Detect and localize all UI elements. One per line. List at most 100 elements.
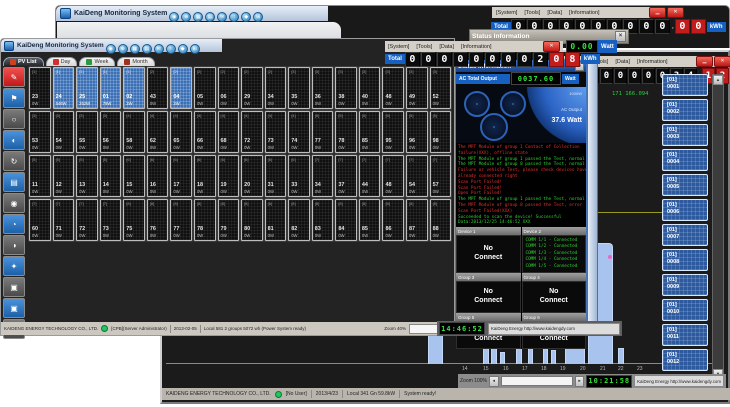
menu-item-system[interactable]: [System] <box>496 10 517 16</box>
menu-item-system[interactable]: [System] <box>388 44 409 50</box>
device-cell[interactable]: COMM 1/1 - ConnectedCOMM 1/2 - Connected… <box>522 235 587 273</box>
pv-panel-tile[interactable]: [8]810W <box>265 199 287 241</box>
pv-panel-tile[interactable]: [4]660W <box>194 111 216 153</box>
inverter-tile[interactable]: [01]0001 <box>662 74 708 96</box>
minimize-icon[interactable]: ▁ <box>696 56 713 67</box>
pv-panel-tile[interactable]: [7]480W <box>382 155 404 197</box>
pv-panel-tile[interactable]: [3]380W <box>335 67 357 109</box>
list-scrollbar[interactable]: ▲ ▼ <box>712 74 724 380</box>
pv-panel-tile[interactable]: [3]480W <box>382 67 404 109</box>
sidebar-network-icon[interactable]: ✦ <box>3 256 25 276</box>
pin-icon[interactable]: ◆ <box>178 44 188 54</box>
menu-item-information[interactable]: [Information] <box>637 59 668 65</box>
pv-panel-tile[interactable]: [1]230W <box>29 67 51 109</box>
pv-panel-tile[interactable]: [4]730W <box>265 111 287 153</box>
inverter-tile[interactable]: [01]0005 <box>662 174 708 196</box>
power-icon[interactable]: ◉ <box>169 12 179 22</box>
pv-panel-tile[interactable]: [2]060W <box>218 67 240 109</box>
pv-panel-tile[interactable]: [7]720W <box>76 199 98 241</box>
pv-panel-tile[interactable]: [6]310W <box>265 155 287 197</box>
sidebar-pen-icon[interactable]: ✎ <box>3 67 25 87</box>
pv-panel-tile[interactable]: [5]960W <box>406 111 428 153</box>
pv-panel-tile[interactable]: [7]370W <box>335 155 357 197</box>
pv-panel-tile[interactable]: [5]850W <box>359 111 381 153</box>
inverter-tile[interactable]: [01]0006 <box>662 199 708 221</box>
pv-panel-tile[interactable]: [6]200W <box>241 155 263 197</box>
pv-panel-tile[interactable]: [1]24546W <box>53 67 75 109</box>
list-icon[interactable]: ▤ <box>205 12 215 22</box>
device-cell[interactable]: NoConnect <box>456 235 521 273</box>
pv-panel-tile[interactable]: [5]130W <box>76 155 98 197</box>
pv-panel-tile[interactable]: [2]290W <box>241 67 263 109</box>
pv-panel-tile[interactable]: [8]760W <box>147 199 169 241</box>
sidebar-camera-icon[interactable]: ▣ <box>3 277 25 297</box>
pv-panel-tile[interactable]: [8]880W <box>430 199 452 241</box>
inverter-tile[interactable]: [01]0003 <box>662 124 708 146</box>
pv-panel-tile[interactable]: [8]800W <box>241 199 263 241</box>
vendor-link[interactable]: KaiDeng Energy http://www.kaidengdy.com <box>634 375 724 387</box>
pv-panel-tile[interactable]: [7]540W <box>406 155 428 197</box>
pv-window-titlebar[interactable]: KaiDeng Monitoring System ◉⊕▦▤✉↑◆⊞ <box>1 39 222 52</box>
close-icon[interactable]: ✕ <box>714 56 730 67</box>
pv-panel-tile[interactable]: [8]830W <box>312 199 334 241</box>
pv-panel-tile[interactable]: [5]950W <box>382 111 404 153</box>
inverter-tile[interactable]: [01]0004 <box>662 149 708 171</box>
tab-pv-list[interactable]: PV List <box>3 57 44 66</box>
pv-panel-tile[interactable]: [3]360W <box>312 67 334 109</box>
inverter-tile[interactable]: [01]0010 <box>662 299 708 321</box>
add-icon[interactable]: ⊕ <box>181 12 191 22</box>
upload-icon[interactable]: ↑ <box>166 44 176 54</box>
horizontal-scrollbar[interactable] <box>501 376 573 386</box>
pv-panel-tile[interactable]: [8]750W <box>123 199 145 241</box>
pv-panel-tile[interactable]: [8]840W <box>335 199 357 241</box>
inverter-tile[interactable]: [01]0002 <box>662 99 708 121</box>
pv-panel-tile[interactable]: [4]650W <box>170 111 192 153</box>
inverter-tile[interactable]: [01]0012 <box>662 349 708 371</box>
pv-panel-tile[interactable]: [4]620W <box>147 111 169 153</box>
pv-panel-tile[interactable]: [7]600W <box>29 199 51 241</box>
pv-panel-tile[interactable]: [6]330W <box>288 155 310 197</box>
pv-panel-tile[interactable]: [5]120W <box>53 155 75 197</box>
pv-panel-tile[interactable]: [5]110W <box>29 155 51 197</box>
menu-item-data[interactable]: [Data] <box>547 10 562 16</box>
sidebar-power-on-icon[interactable]: ◐ <box>3 130 25 150</box>
pv-panel-tile[interactable]: [3]540W <box>53 111 75 153</box>
pv-panel-tile[interactable]: [7]730W <box>100 199 122 241</box>
tab-day[interactable]: Day <box>46 57 78 66</box>
pv-panel-tile[interactable]: [6]190W <box>218 155 240 197</box>
scroll-right-icon[interactable]: ► <box>575 376 585 387</box>
sidebar-camera2-icon[interactable]: ▣ <box>3 298 25 318</box>
pv-panel-tile[interactable]: [6]150W <box>123 155 145 197</box>
pv-panel-tile[interactable]: [3]530W <box>29 111 51 153</box>
pv-panel-tile[interactable]: [1]25252W <box>76 67 98 109</box>
pv-panel-tile[interactable]: [6]180W <box>194 155 216 197</box>
pv-panel-tile[interactable]: [4]740W <box>288 111 310 153</box>
pv-panel-tile[interactable]: [3]490W <box>406 67 428 109</box>
pv-panel-tile[interactable]: [6]170W <box>170 155 192 197</box>
inverter-tile[interactable]: [01]0007 <box>662 224 708 246</box>
tab-week[interactable]: Week <box>79 57 115 66</box>
inverter-tile[interactable]: [01]0008 <box>662 249 708 271</box>
pv-panel-tile[interactable]: [7]570W <box>430 155 452 197</box>
pv-panel-tile[interactable]: [8]870W <box>406 199 428 241</box>
pv-panel-tile[interactable]: [1]0179W <box>100 67 122 109</box>
menu-item-data[interactable]: [Data] <box>439 44 454 50</box>
apps-icon[interactable]: ⊞ <box>190 44 200 54</box>
pv-panel-tile[interactable]: [8]820W <box>288 199 310 241</box>
pv-panel-tile[interactable]: [8]860W <box>382 199 404 241</box>
inverter-tile[interactable]: [01]0011 <box>662 324 708 346</box>
close-icon[interactable]: ✕ <box>543 41 560 52</box>
pv-panel-tile[interactable]: [2]050W <box>194 67 216 109</box>
pv-panel-tile[interactable]: [7]440W <box>359 155 381 197</box>
menu-item-information[interactable]: [Information] <box>569 10 600 16</box>
device-cell[interactable]: NoConnect <box>522 281 587 313</box>
pv-panel-tile[interactable]: [3]560W <box>100 111 122 153</box>
menu-item-data[interactable]: [Data] <box>615 59 630 65</box>
menu-item-information[interactable]: [Information] <box>461 44 492 50</box>
pv-panel-tile[interactable]: [3]350W <box>288 67 310 109</box>
pv-panel-tile[interactable]: [2]430W <box>147 67 169 109</box>
panel-scrollbar[interactable] <box>587 60 598 322</box>
pv-panel-tile[interactable]: [7]710W <box>53 199 75 241</box>
sidebar-clock-icon[interactable]: ◔ <box>3 214 25 234</box>
sidebar-report-icon[interactable]: ▤ <box>3 172 25 192</box>
